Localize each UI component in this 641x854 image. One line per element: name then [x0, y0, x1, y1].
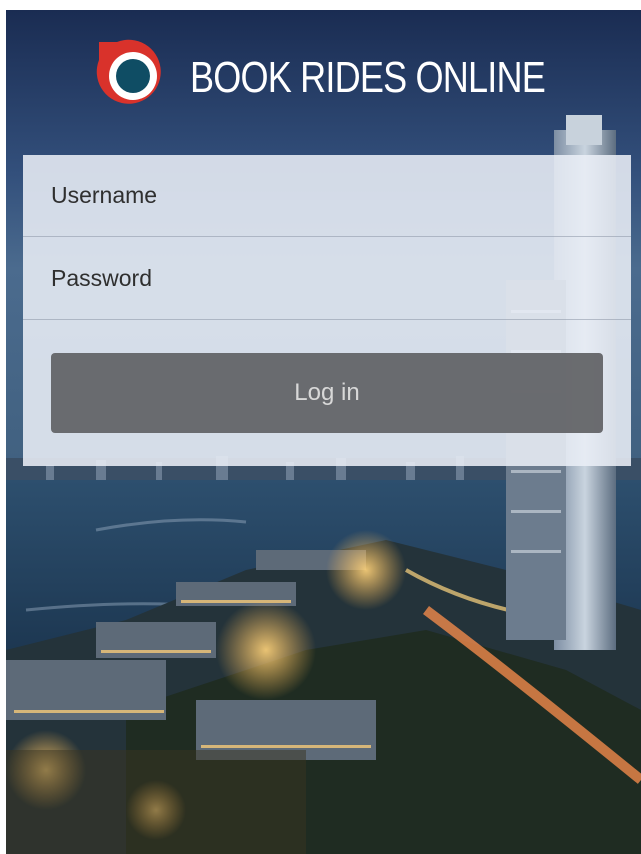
- password-input[interactable]: [51, 260, 591, 296]
- login-button[interactable]: Log in: [51, 353, 603, 433]
- app-title: BOOK RIDES ONLINE: [190, 53, 546, 102]
- username-input[interactable]: [51, 177, 591, 213]
- brand-header: BOOK RIDES ONLINE: [6, 38, 641, 112]
- login-form: Log in: [23, 155, 631, 466]
- username-field-row: [23, 155, 631, 237]
- password-field-row: [23, 238, 631, 320]
- app-screen: BOOK RIDES ONLINE Log in: [6, 10, 641, 854]
- ring-shield-icon: [96, 39, 161, 104]
